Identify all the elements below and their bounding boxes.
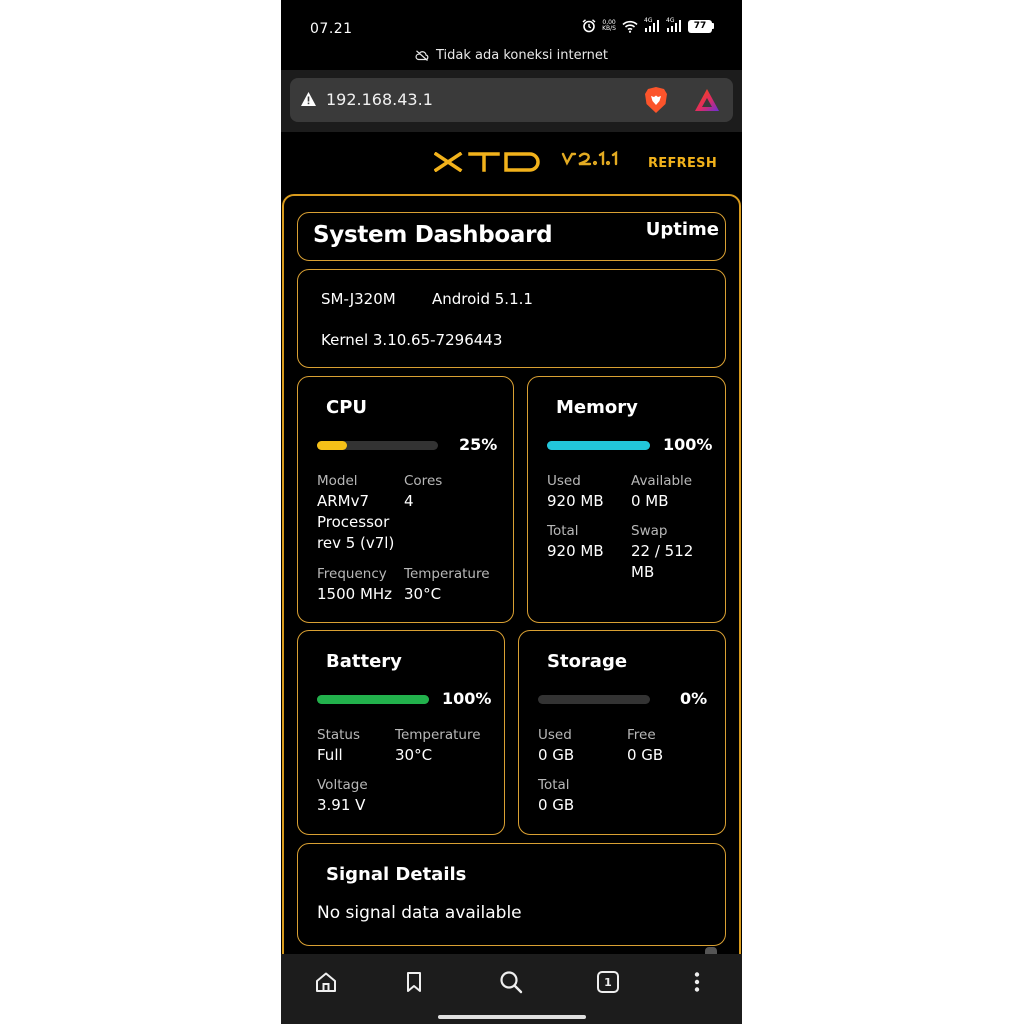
storage-card: Storage 0% Used 0 GB Free 0 GB Total 0 G… [518, 630, 726, 835]
memory-used-value: 920 MB [547, 492, 604, 510]
bookmark-button[interactable] [397, 967, 431, 997]
memory-usage-bar [547, 441, 650, 450]
scroll-handle[interactable] [705, 947, 717, 954]
browser-toolbar: 192.168.43.1 [281, 70, 742, 132]
storage-used-value: 0 GB [538, 746, 575, 764]
wifi-icon [622, 20, 638, 33]
phone-screen: 07.21 0,00 KB/S 4G 4G 77 Tidak ada konek… [281, 0, 742, 1024]
cpu-card: CPU 25% Model ARMv7 Processor rev 5 (v7l… [297, 376, 514, 623]
cpu-cores-value: 4 [404, 492, 414, 510]
gesture-bar[interactable] [438, 1015, 586, 1019]
web-content: REFRESH System Dashboard Uptime SM-J320M… [281, 132, 742, 954]
battery-level-fill [317, 695, 429, 704]
storage-title: Storage [547, 651, 628, 672]
storage-total-label: Total [538, 777, 570, 793]
brave-rewards-icon[interactable] [693, 87, 721, 113]
battery-indicator: 77 [688, 19, 714, 33]
offline-message: Tidak ada koneksi internet [435, 48, 609, 63]
alarm-icon [582, 19, 596, 33]
memory-total-label: Total [547, 523, 579, 539]
battery-level: 77 [688, 19, 712, 33]
battery-title: Battery [326, 651, 402, 672]
status-icons: 0,00 KB/S 4G 4G 77 [582, 17, 714, 33]
cpu-temperature-label: Temperature [404, 566, 490, 582]
memory-available-value: 0 MB [631, 492, 669, 510]
bookmark-icon [407, 972, 421, 992]
device-info-card: SM-J320M Android 5.1.1 Kernel 3.10.65-72… [297, 269, 726, 368]
more-icon [694, 972, 700, 992]
home-icon [316, 972, 336, 992]
memory-title: Memory [556, 397, 638, 418]
signal-2: 4G [666, 17, 682, 32]
uptime-label: Uptime [645, 219, 719, 240]
device-model: SM-J320M [321, 290, 396, 308]
brave-shield-icon[interactable] [643, 86, 669, 114]
bottom-navigation: 1 [281, 954, 742, 1024]
battery-temperature-label: Temperature [395, 727, 481, 743]
home-button[interactable] [309, 967, 343, 997]
url-text[interactable]: 192.168.43.1 [326, 90, 433, 109]
battery-status-label: Status [317, 727, 361, 743]
warning-triangle-icon[interactable] [300, 91, 317, 107]
more-button[interactable] [680, 967, 714, 997]
network-speed: 0,00 KB/S [602, 19, 616, 32]
memory-swap-label: Swap [631, 523, 668, 539]
offline-banner: Tidak ada koneksi internet [281, 48, 742, 63]
cpu-title: CPU [326, 397, 368, 418]
refresh-button[interactable]: REFRESH [648, 156, 717, 171]
signal-card: Signal Details No signal data available [297, 843, 726, 946]
cpu-model-value: ARMv7 Processor rev 5 (v7l) [317, 492, 395, 552]
battery-level-percent: 100% [442, 689, 492, 708]
storage-total-value: 0 GB [538, 796, 575, 814]
cpu-temperature-value: 30°C [404, 585, 442, 603]
battery-level-bar [317, 695, 429, 704]
cpu-usage-percent: 25% [459, 435, 498, 454]
signal-title: Signal Details [326, 864, 467, 885]
xtd-logo [434, 152, 540, 172]
cpu-cores-label: Cores [404, 473, 443, 489]
memory-available-label: Available [631, 473, 693, 489]
storage-used-label: Used [538, 727, 572, 743]
signal-message: No signal data available [317, 903, 522, 923]
signal-1: 4G [644, 17, 660, 32]
memory-swap-value: 22 / 512 MB [631, 542, 694, 581]
memory-usage-fill [547, 441, 650, 450]
memory-total-value: 920 MB [547, 542, 604, 560]
version-logo [561, 151, 618, 166]
cpu-frequency-value: 1500 MHz [317, 585, 393, 603]
tabs-button[interactable]: 1 [591, 967, 625, 997]
status-time: 07.21 [310, 21, 353, 37]
cloud-off-icon [415, 50, 429, 61]
cpu-model-label: Model [317, 473, 358, 489]
battery-status-value: Full [317, 746, 343, 764]
storage-free-value: 0 GB [627, 746, 664, 764]
android-version: Android 5.1.1 [432, 290, 533, 308]
battery-temperature-value: 30°C [395, 746, 433, 764]
storage-usage-percent: 0% [680, 689, 708, 708]
cpu-frequency-label: Frequency [317, 566, 387, 582]
storage-free-label: Free [627, 727, 656, 743]
cpu-usage-fill [317, 441, 348, 450]
search-button[interactable] [494, 967, 528, 997]
memory-card: Memory 100% Used 920 MB Available 0 MB T… [527, 376, 726, 623]
battery-voltage-label: Voltage [317, 777, 368, 793]
title-card: System Dashboard Uptime [297, 212, 726, 261]
status-bar: 07.21 0,00 KB/S 4G 4G 77 Tidak ada konek… [281, 0, 742, 70]
kernel-version: Kernel 3.10.65-7296443 [321, 331, 503, 349]
cpu-usage-bar [317, 441, 438, 450]
storage-usage-bar [538, 695, 650, 704]
battery-card: Battery 100% Status Full Temperature 30°… [297, 630, 505, 835]
search-icon [500, 971, 523, 994]
address-bar[interactable]: 192.168.43.1 [290, 78, 733, 122]
battery-voltage-value: 3.91 V [317, 796, 366, 814]
memory-used-label: Used [547, 473, 581, 489]
tab-count: 1 [604, 975, 612, 989]
memory-usage-percent: 100% [663, 435, 713, 454]
page-title: System Dashboard [313, 222, 553, 248]
